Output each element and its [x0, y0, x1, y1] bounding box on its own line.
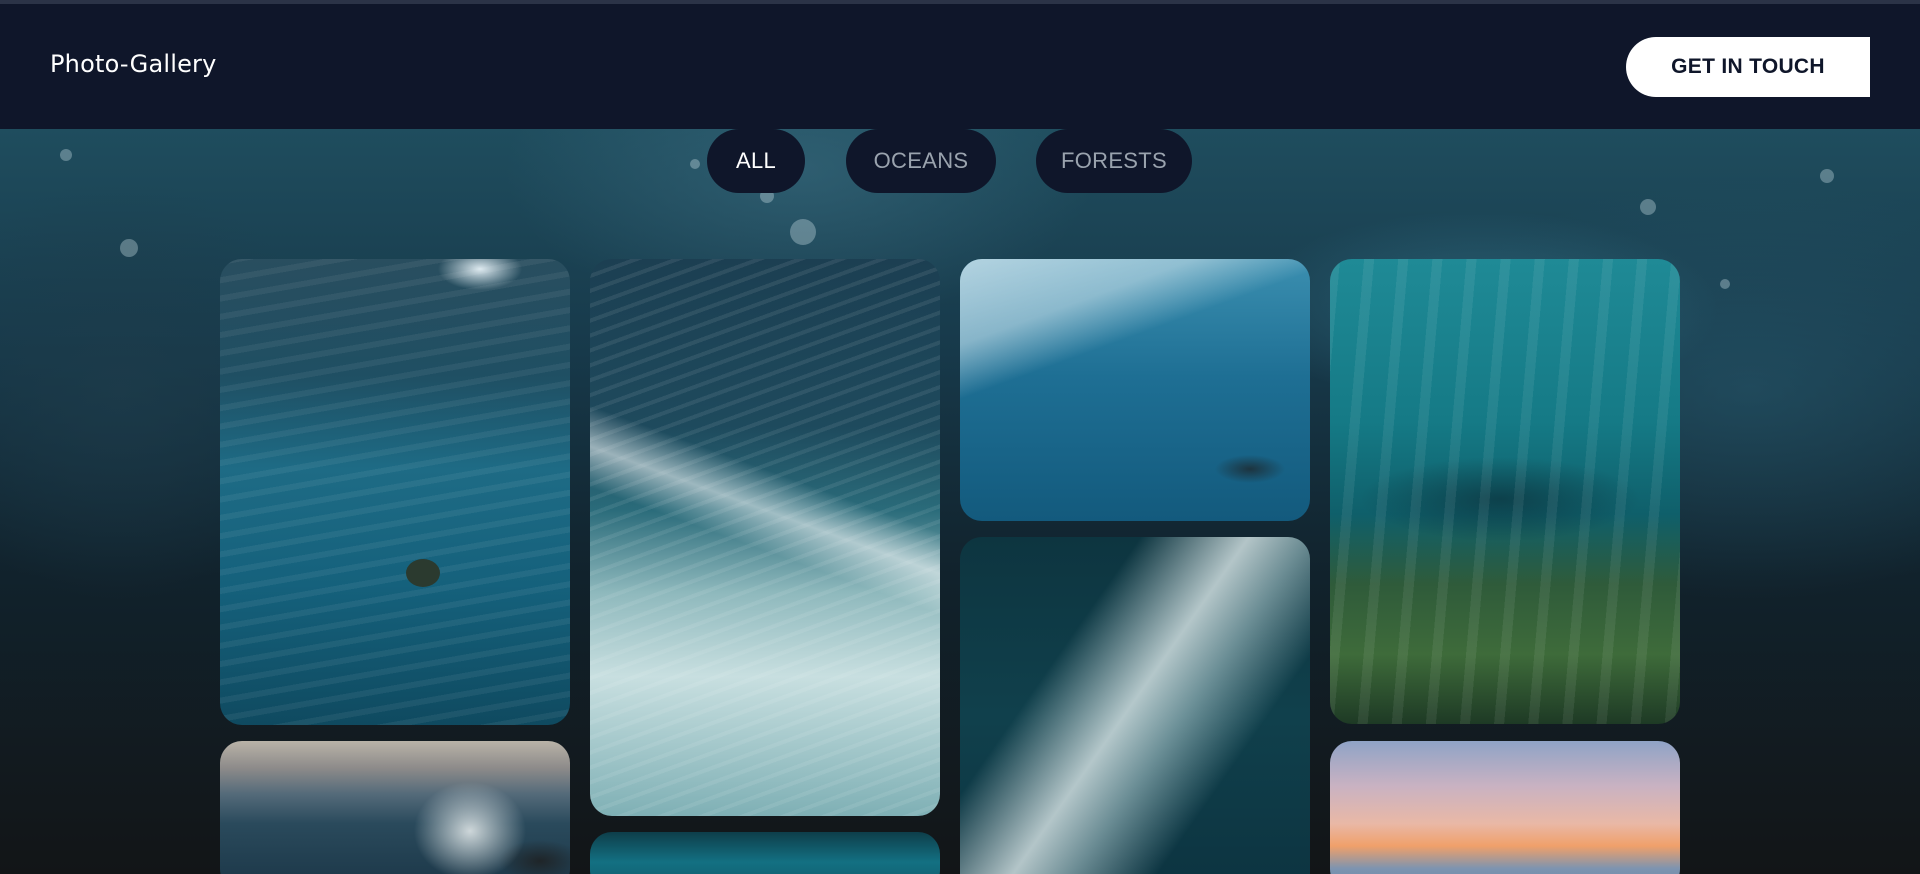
navbar: Photo-Gallery GET IN TOUCH — [0, 4, 1920, 129]
bg-bubble — [1720, 279, 1730, 289]
photo-layer — [1330, 741, 1680, 874]
bg-bubble — [1640, 199, 1656, 215]
gallery-hero: ALL OCEANS FORESTS — [0, 129, 1920, 874]
get-in-touch-button[interactable]: GET IN TOUCH — [1626, 37, 1870, 97]
photo-rock-wave-sunset[interactable] — [220, 741, 570, 874]
photo-layer — [590, 832, 940, 874]
photo-aerial-surf[interactable] — [960, 537, 1310, 874]
photo-layer — [1330, 259, 1680, 724]
bg-bubble — [790, 219, 816, 245]
filter-pills: ALL OCEANS FORESTS — [0, 129, 1920, 199]
photo-sea-turtle[interactable] — [220, 259, 570, 725]
photo-aerial-wave[interactable] — [590, 259, 940, 816]
photo-layer — [960, 259, 1310, 521]
photo-layer — [220, 259, 570, 725]
photo-pastel-sunset[interactable] — [1330, 741, 1680, 874]
photo-turquoise-water[interactable] — [590, 832, 940, 874]
filter-all-pill[interactable]: ALL — [707, 129, 805, 193]
photo-layer — [590, 259, 940, 816]
bg-bubble — [120, 239, 138, 257]
photo-layer — [960, 537, 1310, 874]
photo-layer — [220, 741, 570, 874]
turtle-silhouette — [406, 559, 440, 587]
photo-coral-reef[interactable] — [1330, 259, 1680, 724]
filter-forests-pill[interactable]: FORESTS — [1036, 129, 1192, 193]
site-logo-text[interactable]: Photo-Gallery — [50, 50, 217, 78]
photo-plastic-waste[interactable] — [960, 259, 1310, 521]
filter-oceans-pill[interactable]: OCEANS — [846, 129, 996, 193]
